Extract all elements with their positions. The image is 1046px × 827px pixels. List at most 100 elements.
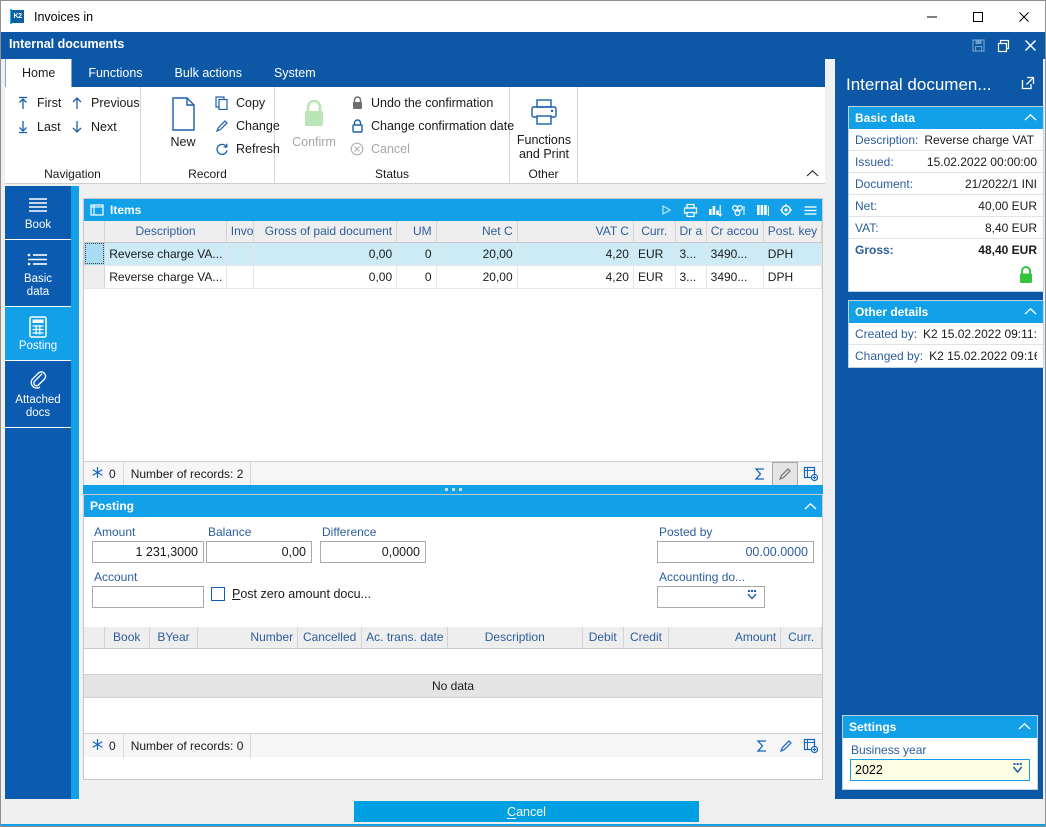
tab-functions[interactable]: Functions: [72, 59, 158, 87]
column-header-description[interactable]: Description: [105, 221, 227, 242]
cell-cr_acc[interactable]: 3490...: [706, 242, 763, 265]
posted-by-input[interactable]: 00.00.0000: [657, 541, 814, 563]
column-header-ac_trans_date[interactable]: Ac. trans. date: [362, 627, 447, 648]
sidebar-item-attached-docs[interactable]: Attached docs: [5, 361, 71, 428]
chevron-up-icon[interactable]: [798, 495, 822, 517]
cell-curr[interactable]: EUR: [633, 242, 675, 265]
cell-invo[interactable]: [226, 242, 253, 265]
column-header-cr_acc[interactable]: Cr accou: [706, 221, 763, 242]
business-year-select[interactable]: 2022: [850, 759, 1030, 781]
save-icon[interactable]: [965, 32, 991, 59]
change-confirmation-date-button[interactable]: Change confirmation date: [349, 118, 514, 134]
accounting-doc-input[interactable]: [657, 586, 765, 608]
ribbon-collapse-icon[interactable]: [806, 169, 819, 181]
posting-snowflake-cell[interactable]: 0: [84, 734, 124, 758]
cell-net_c[interactable]: 20,00: [436, 242, 517, 265]
undo-confirmation-button[interactable]: Undo the confirmation: [349, 95, 493, 111]
nav-last-button[interactable]: Last: [15, 119, 61, 135]
columns-icon[interactable]: [750, 199, 774, 221]
post-zero-amount-checkbox-row[interactable]: PPost zero amount docu...ost zero amount…: [211, 587, 371, 601]
chevron-up-icon[interactable]: [1024, 111, 1037, 125]
difference-input[interactable]: 0,0000: [320, 541, 426, 563]
items-snowflake-cell[interactable]: 0: [84, 462, 124, 486]
cell-post_key[interactable]: DPH: [763, 242, 821, 265]
copy-button[interactable]: Copy: [214, 95, 265, 111]
cell-rowhdr[interactable]: [84, 265, 105, 288]
column-header-byear[interactable]: BYear: [149, 627, 198, 648]
sidebar-item-book[interactable]: Book: [5, 186, 71, 240]
chevron-down-icon[interactable]: [1010, 762, 1025, 778]
cell-description[interactable]: Reverse charge VA...: [105, 265, 227, 288]
cancel-button[interactable]: Cancel: [354, 801, 699, 822]
column-header-rowhdr[interactable]: [84, 221, 105, 242]
close-window-icon[interactable]: [1017, 32, 1043, 59]
panel-splitter[interactable]: [83, 485, 823, 494]
print-icon[interactable]: [678, 199, 702, 221]
cancel-status-button[interactable]: Cancel: [349, 141, 410, 157]
column-header-debit[interactable]: Debit: [582, 627, 623, 648]
column-header-net_c[interactable]: Net C: [436, 221, 517, 242]
settings-gear-icon[interactable]: [774, 199, 798, 221]
close-button[interactable]: [1001, 1, 1046, 32]
export-grid-icon[interactable]: [798, 735, 822, 757]
column-header-curr[interactable]: Curr.: [633, 221, 675, 242]
cell-vat_c[interactable]: 4,20: [517, 242, 633, 265]
edit-pencil-icon[interactable]: [772, 462, 798, 486]
cell-vat_c[interactable]: 4,20: [517, 265, 633, 288]
cell-um[interactable]: 0: [397, 242, 436, 265]
chevron-down-icon[interactable]: [745, 587, 759, 607]
new-record-button[interactable]: New: [157, 93, 209, 149]
cell-gross_paid[interactable]: 0,00: [253, 265, 396, 288]
table-row[interactable]: Reverse charge VA... 0,00020,004,20EUR3..…: [84, 265, 822, 288]
cell-invo[interactable]: [226, 265, 253, 288]
cell-dr_acc[interactable]: 3...: [675, 242, 706, 265]
sidebar-item-basic-data[interactable]: Basic data: [5, 240, 71, 307]
column-header-invo[interactable]: Invo: [226, 221, 253, 242]
column-header-um[interactable]: UM: [397, 221, 436, 242]
nav-next-button[interactable]: Next: [69, 119, 117, 135]
chart-icon[interactable]: [702, 199, 726, 221]
amount-input[interactable]: 1 231,3000: [92, 541, 204, 563]
post-zero-amount-checkbox[interactable]: [211, 587, 225, 601]
sum-sigma-icon[interactable]: [750, 735, 774, 757]
tab-home[interactable]: Home: [5, 59, 72, 87]
chevron-up-icon[interactable]: [1024, 305, 1037, 319]
cell-curr[interactable]: EUR: [633, 265, 675, 288]
maximize-button[interactable]: [955, 1, 1001, 32]
refresh-button[interactable]: Refresh: [214, 141, 280, 157]
table-row[interactable]: Reverse charge VA... 0,00020,004,20EUR3..…: [84, 242, 822, 265]
functions-and-print-button[interactable]: Functions and Print: [511, 91, 577, 161]
change-button[interactable]: Change: [214, 118, 280, 134]
column-header-rowhdr[interactable]: [84, 627, 104, 648]
column-header-gross_paid[interactable]: Gross of paid document: [253, 221, 396, 242]
cell-gross_paid[interactable]: 0,00: [253, 242, 396, 265]
open-external-icon[interactable]: [1020, 75, 1036, 96]
export-grid-icon[interactable]: [798, 463, 822, 485]
column-header-number[interactable]: Number: [198, 627, 298, 648]
cell-post_key[interactable]: DPH: [763, 265, 821, 288]
cell-um[interactable]: 0: [397, 265, 436, 288]
column-header-vat_c[interactable]: VAT C: [517, 221, 633, 242]
edit-pencil-icon[interactable]: [774, 735, 798, 757]
group-icon[interactable]: [726, 199, 750, 221]
minimize-button[interactable]: [909, 1, 955, 32]
cell-rowhdr[interactable]: [84, 242, 105, 265]
cell-net_c[interactable]: 20,00: [436, 265, 517, 288]
nav-first-button[interactable]: First: [15, 95, 61, 111]
account-input[interactable]: [92, 586, 204, 608]
column-header-cancelled[interactable]: Cancelled: [298, 627, 362, 648]
tab-system[interactable]: System: [258, 59, 332, 87]
sum-sigma-icon[interactable]: [748, 463, 772, 485]
column-header-amount[interactable]: Amount: [669, 627, 781, 648]
restore-window-icon[interactable]: [991, 32, 1017, 59]
cell-cr_acc[interactable]: 3490...: [706, 265, 763, 288]
sidebar-item-posting[interactable]: Posting: [5, 307, 71, 361]
column-header-curr[interactable]: Curr.: [781, 627, 822, 648]
tab-bulk-actions[interactable]: Bulk actions: [159, 59, 258, 87]
column-header-dr_acc[interactable]: Dr a: [675, 221, 706, 242]
balance-input[interactable]: 0,00: [206, 541, 312, 563]
nav-previous-button[interactable]: Previous: [69, 95, 140, 111]
column-header-description[interactable]: Description: [447, 627, 582, 648]
cell-description[interactable]: Reverse charge VA...: [105, 242, 227, 265]
cell-dr_acc[interactable]: 3...: [675, 265, 706, 288]
